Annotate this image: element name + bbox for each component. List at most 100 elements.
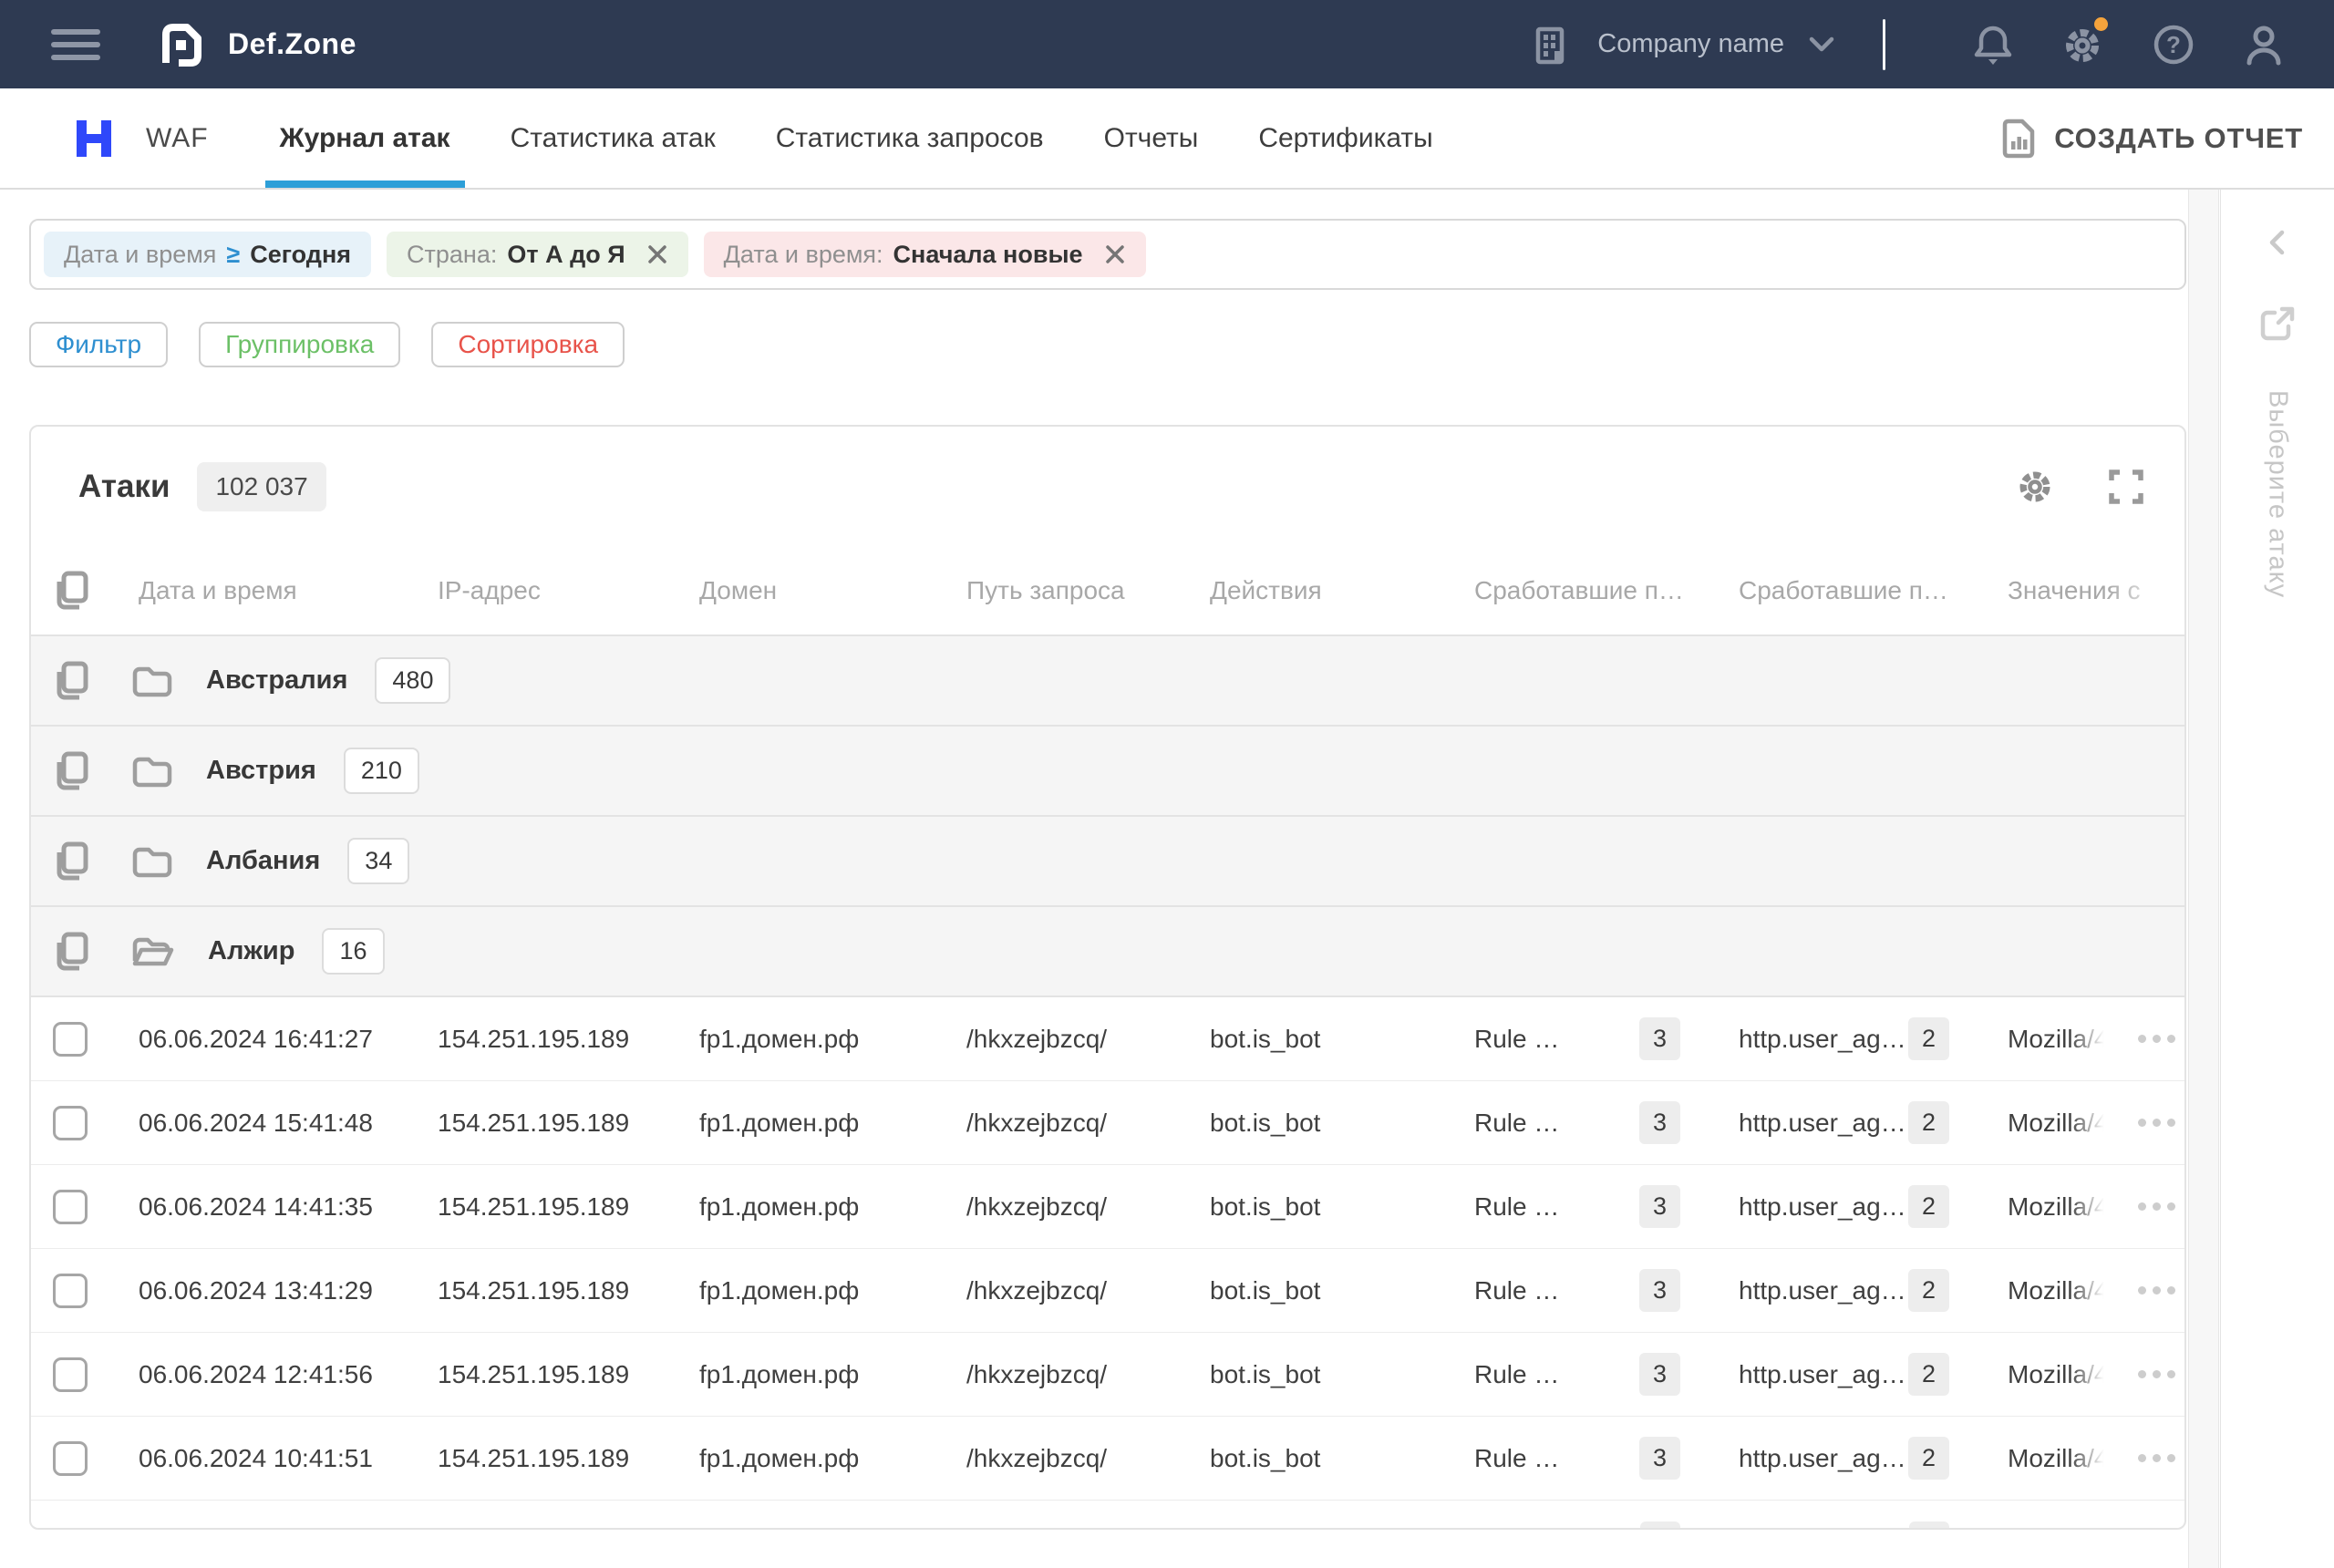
create-report-button[interactable]: СОЗДАТЬ ОТЧЕТ — [2001, 118, 2303, 160]
param-count-badge: 2 — [1908, 1269, 1949, 1312]
company-name: Company name — [1597, 29, 1784, 59]
notifications-button[interactable] — [1973, 23, 2013, 67]
table-row-partial — [31, 1501, 2184, 1530]
cell-domain: fp1.домен.рф — [670, 1109, 937, 1138]
group-row-algeria-expanded[interactable]: Алжир 16 — [31, 907, 2184, 997]
cell-domain: fp1.домен.рф — [670, 1276, 937, 1305]
settings-button[interactable] — [2060, 23, 2104, 67]
row-checkbox[interactable] — [53, 1274, 88, 1308]
cell-ip: 154.251.195.189 — [408, 1444, 670, 1473]
select-group-icon[interactable] — [50, 749, 90, 793]
column-domain: Домен — [670, 576, 937, 605]
grouping-button[interactable]: Группировка — [199, 322, 400, 367]
table-row[interactable]: 06.06.2024 16:41:27 154.251.195.189 fp1.… — [31, 997, 2184, 1081]
main-content: Дата и время ≥ Сегодня Страна: От А до Я… — [0, 190, 2334, 1568]
table-row[interactable]: 06.06.2024 10:41:51 154.251.195.189 fp1.… — [31, 1417, 2184, 1501]
row-menu-icon[interactable] — [2136, 1361, 2177, 1387]
rule-count-badge: 3 — [1639, 1269, 1680, 1312]
group-name: Австрия — [206, 756, 316, 786]
cell-action: bot.is_bot — [1181, 1025, 1445, 1054]
table-row[interactable]: 06.06.2024 12:41:56 154.251.195.189 fp1.… — [31, 1333, 2184, 1417]
filter-chip-sort[interactable]: Дата и время: Сначала новые — [704, 232, 1146, 277]
rule-count-badge — [1640, 1522, 1680, 1531]
cell-domain: fp1.домен.рф — [670, 1444, 937, 1473]
filter-chip-country[interactable]: Страна: От А до Я — [387, 232, 688, 277]
tab-request-statistics[interactable]: Статистика запросов — [776, 88, 1044, 188]
attacks-card: Атаки 102 037 Да — [29, 425, 2186, 1530]
group-row-australia[interactable]: Австралия 480 — [31, 636, 2184, 727]
row-checkbox[interactable] — [53, 1441, 88, 1476]
cell-action: bot.is_bot — [1181, 1192, 1445, 1222]
row-menu-icon[interactable] — [2136, 1445, 2177, 1471]
cell-value: Mozilla/4 — [2008, 1276, 2108, 1305]
remove-chip-icon[interactable] — [1104, 243, 1126, 265]
open-in-new-icon — [2258, 304, 2297, 343]
table-row[interactable]: 06.06.2024 13:41:29 154.251.195.189 fp1.… — [31, 1249, 2184, 1333]
select-group-icon[interactable] — [50, 659, 90, 703]
company-selector[interactable]: Company name — [1530, 24, 1835, 66]
rule-count-badge: 3 — [1639, 1185, 1680, 1228]
menu-icon[interactable] — [51, 26, 102, 63]
select-group-icon[interactable] — [50, 930, 90, 974]
select-all-icon[interactable] — [50, 569, 90, 613]
param-count-badge: 2 — [1908, 1017, 1949, 1060]
group-count-badge: 16 — [322, 928, 384, 975]
row-checkbox[interactable] — [53, 1106, 88, 1140]
account-button[interactable] — [2243, 23, 2285, 67]
folder-open-icon — [131, 934, 175, 969]
group-row-albania[interactable]: Албания 34 — [31, 817, 2184, 907]
top-header: Def.Zone Company name — [0, 0, 2334, 88]
row-checkbox[interactable] — [53, 1190, 88, 1224]
tab-attack-statistics[interactable]: Статистика атак — [511, 88, 716, 188]
attacks-card-header: Атаки 102 037 — [31, 427, 2184, 547]
cell-action: bot.is_bot — [1181, 1109, 1445, 1138]
active-filters-bar: Дата и время ≥ Сегодня Страна: От А до Я… — [29, 219, 2186, 290]
cell-path: /hkxzejbzcq/ — [937, 1360, 1181, 1389]
panel-collapse-button[interactable] — [2264, 228, 2291, 257]
waf-logo-icon — [73, 118, 115, 160]
filter-button[interactable]: Фильтр — [29, 322, 168, 367]
row-checkbox[interactable] — [53, 1022, 88, 1057]
row-checkbox[interactable] — [53, 1357, 88, 1392]
group-row-austria[interactable]: Австрия 210 — [31, 727, 2184, 817]
column-actions: Действия — [1181, 576, 1445, 605]
cell-rule: Rule … — [1474, 1109, 1559, 1138]
tab-certificates[interactable]: Сертификаты — [1258, 88, 1432, 188]
filter-chip-date[interactable]: Дата и время ≥ Сегодня — [44, 232, 371, 277]
cell-path: /hkxzejbzcq/ — [937, 1192, 1181, 1222]
cell-domain: fp1.домен.рф — [670, 1192, 937, 1222]
row-menu-icon[interactable] — [2136, 1277, 2177, 1304]
table-settings-icon[interactable] — [2015, 467, 2055, 507]
cell-ip: 154.251.195.189 — [408, 1192, 670, 1222]
tab-attack-journal[interactable]: Журнал атак — [280, 88, 450, 188]
cell-param: http.user_ag… — [1739, 1025, 1906, 1054]
table-row[interactable]: 06.06.2024 15:41:48 154.251.195.189 fp1.… — [31, 1081, 2184, 1165]
brand-logo-icon — [157, 21, 204, 68]
remove-chip-icon[interactable] — [646, 243, 668, 265]
chevron-down-icon — [1808, 36, 1835, 54]
table-expand-icon[interactable] — [2108, 469, 2144, 505]
cell-domain: fp1.домен.рф — [670, 1025, 937, 1054]
scrollbar-gutter[interactable] — [2188, 190, 2219, 1568]
param-count-badge: 2 — [1908, 1185, 1949, 1228]
table-row[interactable]: 06.06.2024 14:41:35 154.251.195.189 fp1.… — [31, 1165, 2184, 1249]
row-menu-icon[interactable] — [2136, 1193, 2177, 1220]
sorting-button[interactable]: Сортировка — [431, 322, 625, 367]
cell-rule: Rule … — [1474, 1444, 1559, 1473]
row-menu-icon[interactable] — [2136, 1109, 2177, 1136]
cell-value: Mozilla/4 — [2008, 1192, 2108, 1222]
panel-placeholder-text: Выберите атаку — [2263, 390, 2293, 598]
cell-domain: fp1.домен.рф — [670, 1360, 937, 1389]
help-button[interactable]: ? — [2152, 23, 2195, 67]
row-menu-icon[interactable] — [2136, 1026, 2177, 1052]
table-rows: 06.06.2024 16:41:27 154.251.195.189 fp1.… — [31, 997, 2184, 1501]
panel-open-button[interactable] — [2258, 304, 2297, 343]
cell-path: /hkxzejbzcq/ — [937, 1444, 1181, 1473]
column-triggered-rules: Сработавшие п… — [1445, 576, 1709, 605]
cell-rule: Rule … — [1474, 1276, 1559, 1305]
cell-datetime: 06.06.2024 15:41:48 — [109, 1109, 408, 1138]
cell-value: Mozilla/4 — [2008, 1360, 2108, 1389]
group-name: Австралия — [206, 665, 347, 696]
tab-reports[interactable]: Отчеты — [1104, 88, 1199, 188]
select-group-icon[interactable] — [50, 840, 90, 883]
